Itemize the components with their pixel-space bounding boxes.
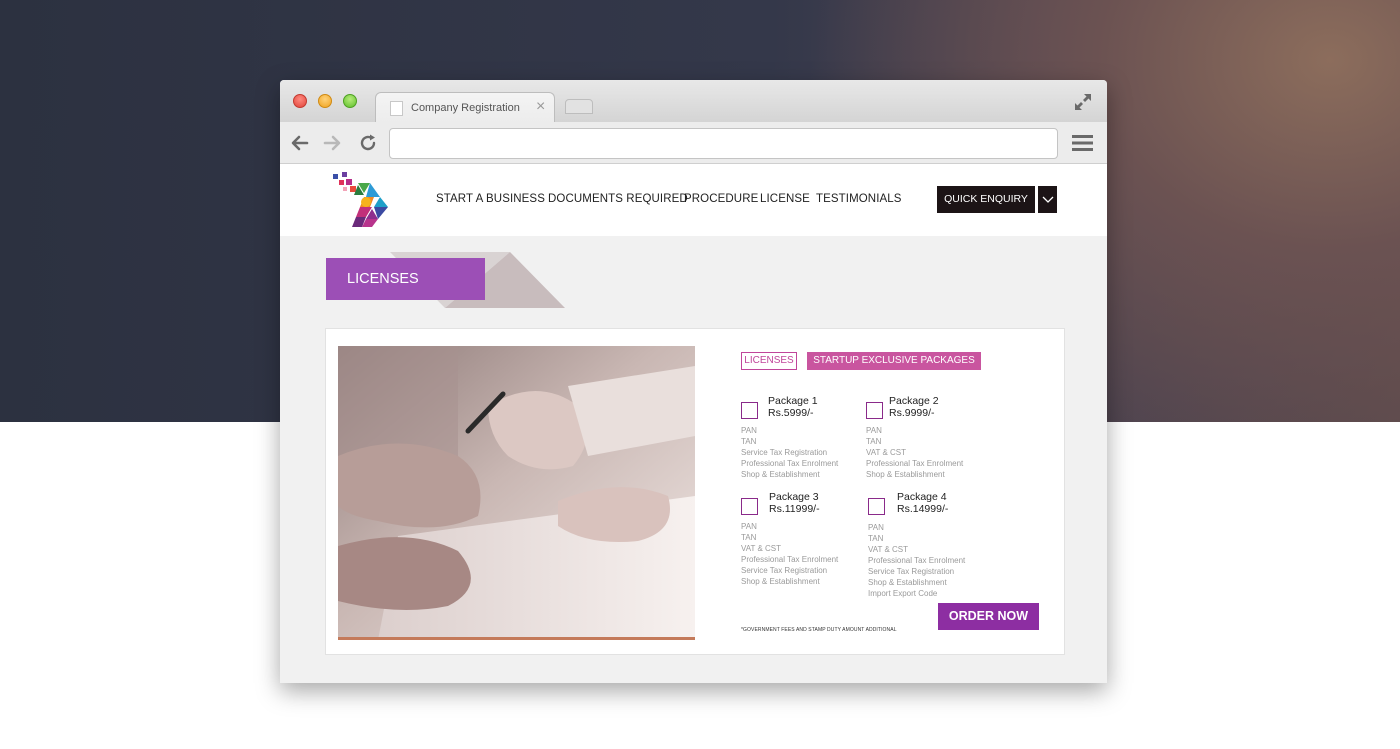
package-name: Package 2	[889, 395, 939, 407]
package-1-checkbox[interactable]	[741, 402, 758, 419]
forward-arrow-icon[interactable]	[323, 133, 343, 153]
feature-item: Professional Tax Enrolment	[868, 556, 966, 565]
feature-item: Professional Tax Enrolment	[741, 555, 839, 564]
tab-startup-packages[interactable]: STARTUP EXCLUSIVE PACKAGES	[807, 352, 981, 370]
close-window-button[interactable]	[293, 94, 307, 108]
order-now-button[interactable]: ORDER NOW	[938, 603, 1039, 630]
feature-item: Professional Tax Enrolment	[741, 459, 839, 468]
page-icon	[390, 101, 403, 116]
feature-item: PAN	[868, 523, 884, 532]
quick-enquiry-button[interactable]: QUICK ENQUIRY	[937, 186, 1035, 213]
feature-item: PAN	[866, 426, 882, 435]
package-name: Package 3	[769, 491, 819, 503]
package-name: Package 4	[897, 491, 947, 503]
tab-licenses[interactable]: LICENSES	[741, 352, 797, 370]
feature-item: Shop & Establishment	[741, 470, 820, 479]
feature-item: Shop & Establishment	[741, 577, 820, 586]
package-4-checkbox[interactable]	[868, 498, 885, 515]
feature-item: Shop & Establishment	[866, 470, 945, 479]
browser-tab[interactable]: Company Registration ×	[375, 92, 555, 123]
browser-toolbar	[280, 122, 1107, 164]
nav-procedure[interactable]: PROCEDURE	[684, 193, 758, 205]
package-price: Rs.5999/-	[768, 407, 814, 419]
feature-item: Shop & Establishment	[868, 578, 947, 587]
package-features: PAN TAN VAT & CST Professional Tax Enrol…	[868, 522, 965, 599]
fullscreen-icon[interactable]	[1073, 92, 1093, 112]
feature-item: TAN	[866, 437, 882, 446]
nav-testimonials[interactable]: TESTIMONIALS	[816, 193, 902, 205]
chevron-down-icon	[1042, 196, 1054, 203]
package-price: Rs.14999/-	[897, 503, 949, 515]
feature-item: Service Tax Registration	[741, 448, 828, 457]
nav-start-a-business[interactable]: START A BUSINESS	[436, 193, 545, 205]
feature-item: TAN	[741, 437, 757, 446]
hamburger-menu-icon[interactable]	[1072, 134, 1093, 152]
feature-item: VAT & CST	[868, 545, 909, 554]
package-features: PAN TAN VAT & CST Professional Tax Enrol…	[866, 425, 963, 480]
browser-window: Company Registration × START A BUSINESS …	[280, 80, 1107, 683]
feature-item: Service Tax Registration	[868, 567, 955, 576]
tab-title: Company Registration	[411, 102, 520, 114]
package-2-checkbox[interactable]	[866, 402, 883, 419]
feature-item: VAT & CST	[866, 448, 907, 457]
package-price: Rs.11999/-	[769, 503, 820, 515]
tab-close-icon[interactable]: ×	[536, 98, 545, 116]
site-header: START A BUSINESS DOCUMENTS REQUIRED PROC…	[280, 164, 1107, 236]
fees-disclaimer: *GOVERNMENT FEES AND STAMP DUTY AMOUNT A…	[741, 627, 897, 633]
package-name: Package 1	[768, 395, 818, 407]
packages-card: LICENSES STARTUP EXCLUSIVE PACKAGES Pack…	[325, 328, 1065, 655]
business-meeting-photo	[338, 346, 695, 640]
feature-item: Professional Tax Enrolment	[866, 459, 964, 468]
browser-titlebar: Company Registration ×	[280, 80, 1107, 123]
feature-item: PAN	[741, 426, 757, 435]
package-3-checkbox[interactable]	[741, 498, 758, 515]
company-logo[interactable]	[330, 171, 392, 229]
feature-item: TAN	[741, 533, 757, 542]
package-features: PAN TAN VAT & CST Professional Tax Enrol…	[741, 521, 838, 587]
zoom-window-button[interactable]	[343, 94, 357, 108]
package-features: PAN TAN Service Tax Registration Profess…	[741, 425, 838, 480]
feature-item: TAN	[868, 534, 884, 543]
nav-documents-required[interactable]: DOCUMENTS REQUIRED	[548, 193, 688, 205]
page-content: LICENSES LICENSES STARTUP EXCLUSIVE PACK…	[280, 236, 1107, 683]
nav-license[interactable]: LICENSE	[760, 193, 810, 205]
feature-item: Service Tax Registration	[741, 566, 828, 575]
reload-icon[interactable]	[358, 133, 378, 153]
quick-enquiry-dropdown[interactable]	[1037, 186, 1057, 213]
minimize-window-button[interactable]	[318, 94, 332, 108]
feature-item: Import Export Code	[868, 589, 938, 598]
package-price: Rs.9999/-	[889, 407, 935, 419]
new-tab-button[interactable]	[565, 99, 593, 114]
feature-item: PAN	[741, 522, 757, 531]
feature-item: VAT & CST	[741, 544, 782, 553]
back-arrow-icon[interactable]	[289, 133, 309, 153]
address-bar[interactable]	[389, 128, 1058, 159]
page-title: LICENSES	[326, 258, 485, 300]
